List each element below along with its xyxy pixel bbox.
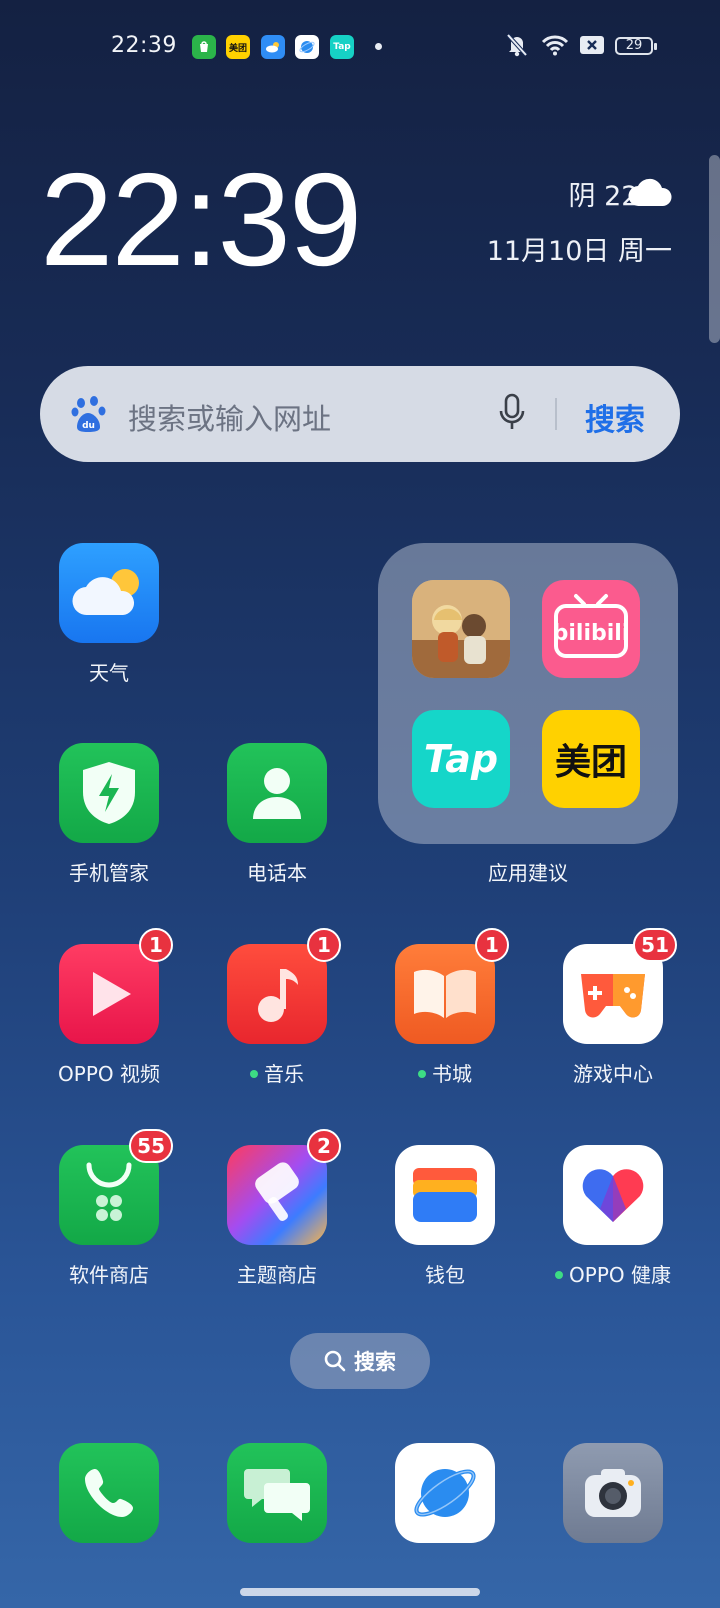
battery-icon: 29 bbox=[615, 37, 657, 55]
wallet-icon bbox=[395, 1145, 495, 1245]
status-time: 22:39 bbox=[111, 33, 177, 58]
app-oppo-health[interactable]: OPPO 健康 bbox=[555, 1145, 671, 1287]
app-label: OPPO 视频 bbox=[58, 1062, 160, 1086]
microphone-icon[interactable] bbox=[497, 393, 527, 433]
search-input[interactable]: 搜索或输入网址 bbox=[128, 396, 331, 438]
game-center-icon: 51 bbox=[563, 928, 677, 1044]
music-icon: 1 bbox=[227, 928, 341, 1044]
app-weather[interactable]: 天气 bbox=[59, 543, 159, 685]
baidu-paw-icon: du bbox=[71, 396, 106, 432]
app-label: 游戏中心 bbox=[573, 1062, 653, 1086]
app-label-text: 音乐 bbox=[264, 1062, 304, 1086]
new-dot bbox=[418, 1069, 426, 1078]
health-icon bbox=[563, 1145, 663, 1245]
folder-label: 应用建议 bbox=[488, 861, 568, 885]
messages-icon[interactable] bbox=[227, 1443, 327, 1543]
browser-icon bbox=[295, 35, 319, 59]
contacts-icon bbox=[227, 743, 327, 843]
weather-icon bbox=[261, 35, 285, 59]
new-dot bbox=[250, 1069, 258, 1078]
new-dot bbox=[555, 1270, 564, 1279]
meituan-app-icon[interactable]: 美团 bbox=[542, 710, 640, 808]
battery-level: 29 bbox=[625, 38, 643, 53]
svg-text:du: du bbox=[82, 421, 95, 431]
app-label-music: 音乐 bbox=[187, 1058, 367, 1087]
taptap-icon: Tap bbox=[330, 35, 354, 59]
browser-icon[interactable] bbox=[395, 1443, 495, 1543]
cloud-icon bbox=[628, 178, 672, 207]
app-theme-store[interactable]: 2 主题商店 bbox=[227, 1129, 341, 1287]
meituan-icon-text: 美团 bbox=[228, 43, 247, 54]
phone-manager-icon bbox=[59, 743, 159, 843]
app-label-text: OPPO 健康 bbox=[569, 1263, 671, 1287]
app-store-icon: 55 bbox=[59, 1129, 173, 1245]
app-label: 手机管家 bbox=[69, 861, 149, 885]
app-oppo-video[interactable]: 1 OPPO 视频 bbox=[58, 928, 173, 1086]
phone-icon[interactable] bbox=[59, 1443, 159, 1543]
search-divider bbox=[555, 398, 557, 430]
home-indicator[interactable] bbox=[240, 1588, 480, 1596]
search-icon bbox=[324, 1350, 346, 1372]
status-bar: 22:39 美团 Tap 29 bbox=[0, 0, 720, 92]
app-label: 钱包 bbox=[425, 1263, 465, 1287]
search-bar[interactable]: du 搜索或输入网址 搜索 bbox=[40, 366, 680, 462]
notification-badge: 51 bbox=[633, 928, 677, 962]
search-pill-label: 搜索 bbox=[354, 1350, 396, 1374]
app-phone-manager[interactable]: 手机管家 bbox=[59, 743, 159, 885]
meituan-logo-text: 美团 bbox=[554, 742, 627, 783]
notification-badge: 1 bbox=[475, 928, 509, 962]
clock-widget-time[interactable]: 22:39 bbox=[40, 154, 362, 286]
app-label-text: 书城 bbox=[432, 1062, 472, 1086]
book-icon: 1 bbox=[395, 928, 509, 1044]
mute-icon bbox=[506, 33, 528, 57]
notification-badge: 55 bbox=[129, 1129, 173, 1163]
app-game-center[interactable]: 51 游戏中心 bbox=[563, 928, 677, 1086]
app-software-store[interactable]: 55 软件商店 bbox=[59, 1129, 173, 1287]
app-label: 天气 bbox=[89, 661, 129, 685]
folder-app-suggestions[interactable]: bilibili Tap 美团 bbox=[378, 543, 678, 844]
notification-badge: 2 bbox=[307, 1129, 341, 1163]
no-sim-icon bbox=[580, 36, 604, 54]
page-search-button[interactable]: 搜索 bbox=[290, 1333, 430, 1389]
app-contacts[interactable]: 电话本 bbox=[227, 743, 327, 885]
date-text[interactable]: 11月10日 周一 bbox=[487, 229, 672, 268]
notification-badge: 1 bbox=[139, 928, 173, 962]
scroll-indicator[interactable] bbox=[709, 155, 720, 343]
taptap-app-icon[interactable]: Tap bbox=[412, 710, 510, 808]
camera-icon[interactable] bbox=[563, 1443, 663, 1543]
app-music[interactable]: 1 音乐 bbox=[227, 928, 341, 1086]
theme-store-icon: 2 bbox=[227, 1129, 341, 1245]
app-label: 软件商店 bbox=[69, 1263, 149, 1287]
app-book-store[interactable]: 1 书城 bbox=[395, 928, 509, 1086]
taptap-logo-text: Tap bbox=[423, 737, 499, 781]
bilibili-icon[interactable]: bilibili bbox=[542, 580, 640, 678]
bilibili-logo-text: bilibili bbox=[553, 621, 630, 646]
app-market-icon bbox=[192, 35, 216, 59]
taptap-icon-text: Tap bbox=[333, 42, 351, 52]
wifi-icon bbox=[541, 35, 569, 56]
meituan-icon: 美团 bbox=[226, 35, 250, 59]
app-label: 主题商店 bbox=[237, 1263, 317, 1287]
app-label-book: 书城 bbox=[355, 1058, 535, 1087]
app-label: 电话本 bbox=[247, 861, 307, 885]
game-app-icon[interactable] bbox=[412, 580, 510, 678]
video-icon: 1 bbox=[59, 928, 173, 1044]
notification-badge: 1 bbox=[307, 928, 341, 962]
weather-app-icon bbox=[59, 543, 159, 643]
app-label-health: OPPO 健康 bbox=[523, 1259, 703, 1288]
more-notifications-dot bbox=[375, 43, 382, 50]
app-wallet[interactable]: 钱包 bbox=[395, 1145, 495, 1287]
search-button[interactable]: 搜索 bbox=[585, 395, 645, 439]
